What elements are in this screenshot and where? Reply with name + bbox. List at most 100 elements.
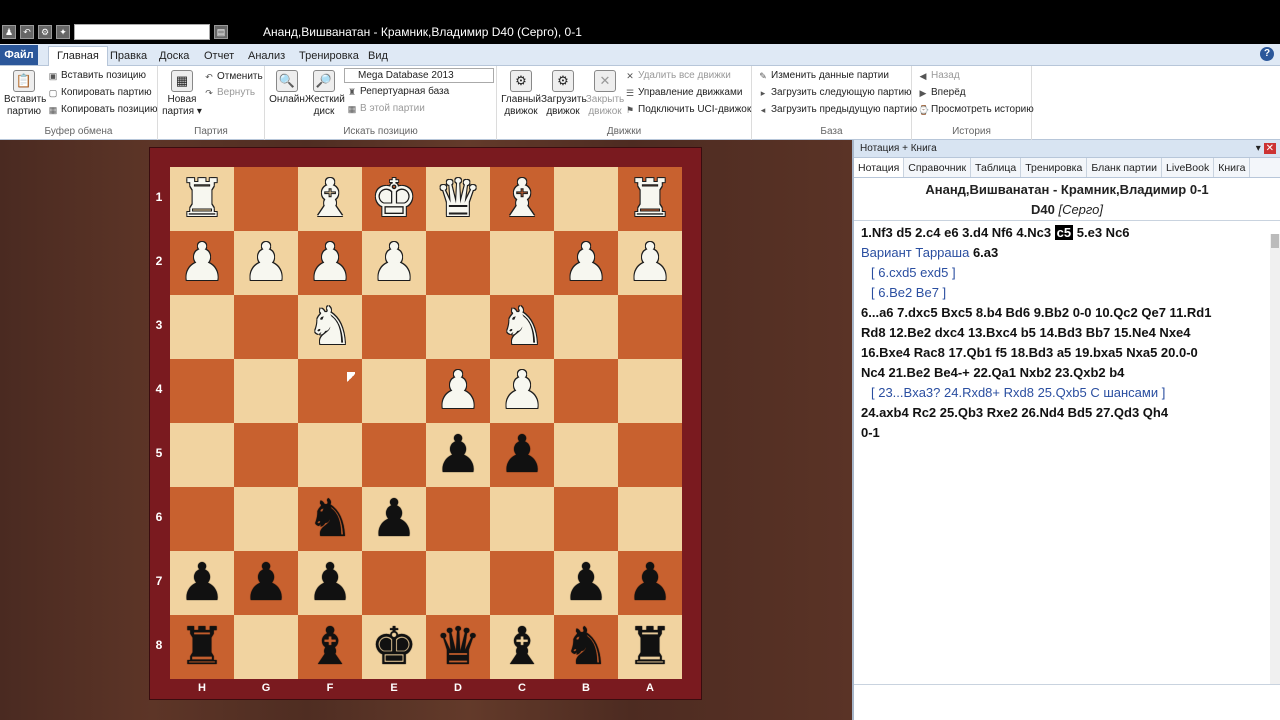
board-square[interactable]: ♟ (298, 231, 362, 295)
tab-livebook[interactable]: LiveBook (1162, 158, 1215, 177)
file-tab[interactable]: Файл (0, 45, 38, 65)
board-square[interactable] (234, 615, 298, 679)
notation-line[interactable]: 6...a6 7.dxc5 Bxc5 8.b4 Bd6 9.Bb2 0-0 10… (861, 303, 1274, 323)
load-next-game-button[interactable]: ▸ Загрузить следующую партию (758, 87, 912, 98)
tab-book[interactable]: Книга (1214, 158, 1251, 177)
board-square[interactable] (234, 423, 298, 487)
board-square[interactable]: ♟ (490, 423, 554, 487)
board-square[interactable]: ♚ (362, 167, 426, 231)
notation-line[interactable]: Rd8 12.Be2 dxc4 13.Bxc4 b5 14.Bd3 Bb7 15… (861, 323, 1274, 343)
board-square[interactable] (170, 423, 234, 487)
back-icon[interactable]: ↶ (20, 25, 34, 39)
tab-edit[interactable]: Правка (102, 47, 155, 65)
board-square[interactable]: ♜ (170, 167, 234, 231)
moves[interactable]: 1.Nf3 d5 2.c4 e6 3.d4 Nf6 4.Nc3 (861, 225, 1051, 240)
white-pawn-icon[interactable]: ♟ (243, 237, 290, 289)
black-bishop-icon[interactable]: ♝ (307, 621, 354, 673)
board-square[interactable] (426, 295, 490, 359)
bulb-icon[interactable]: ✦ (56, 25, 70, 39)
notation-line[interactable]: Nc4 21.Be2 Be4-+ 22.Qa1 Nxb2 23.Qxb2 b4 (861, 363, 1274, 383)
moves[interactable]: 6.a3 (973, 245, 998, 260)
board-square[interactable]: ♟ (554, 551, 618, 615)
board-square[interactable] (170, 359, 234, 423)
copy-position-button[interactable]: ▦ Копировать позицию (48, 104, 158, 115)
notation-text[interactable]: 1.Nf3 d5 2.c4 e6 3.d4 Nf6 4.Nc3 c5 5.e3 … (854, 221, 1280, 443)
subvariation[interactable]: [ 23...Bxa3? 24.Rxd8+ Rxd8 25.Qxb5 С шан… (861, 383, 1274, 403)
board-square[interactable] (362, 551, 426, 615)
tab-view[interactable]: Вид (360, 47, 396, 65)
close-engine-button[interactable]: ✕ Закрыть движок (585, 70, 625, 118)
black-queen-icon[interactable]: ♛ (435, 621, 482, 673)
quick-search-dropdown[interactable] (74, 24, 210, 40)
board-square[interactable]: ♟ (426, 423, 490, 487)
board-square[interactable]: ♝ (490, 615, 554, 679)
repertoire-button[interactable]: ♜ Репертуарная база (347, 86, 449, 97)
board-square[interactable]: ♝ (490, 167, 554, 231)
history-back-button[interactable]: ◀ Назад (918, 70, 960, 81)
in-game-search-button[interactable]: ▦ В этой партии (347, 103, 425, 114)
database-dropdown[interactable]: Mega Database 2013 (344, 68, 494, 83)
board-square[interactable]: ♟ (298, 551, 362, 615)
tab-reference[interactable]: Справочник (904, 158, 972, 177)
board-square[interactable] (554, 167, 618, 231)
board-square[interactable]: ♜ (618, 167, 682, 231)
settings-icon[interactable]: ⚙ (38, 25, 52, 39)
board-square[interactable] (618, 487, 682, 551)
white-rook-icon[interactable]: ♜ (627, 173, 674, 225)
board-square[interactable]: ♝ (298, 615, 362, 679)
board-square[interactable]: ♞ (490, 295, 554, 359)
remove-all-engines-button[interactable]: ✕ Удалить все движки (625, 70, 731, 81)
board-square[interactable]: ♛ (426, 615, 490, 679)
board-square[interactable] (490, 487, 554, 551)
black-rook-icon[interactable]: ♜ (627, 621, 674, 673)
hard-disk-search-button[interactable]: 🔎 Жесткий диск (305, 70, 345, 118)
undo-button[interactable]: ↶ Отменить (204, 71, 262, 82)
copy-game-button[interactable]: ▢ Копировать партию (48, 87, 152, 98)
current-move[interactable]: c5 (1054, 225, 1074, 240)
board-square[interactable] (234, 359, 298, 423)
black-pawn-icon[interactable]: ♟ (179, 557, 226, 609)
redo-button[interactable]: ↷ Вернуть (204, 87, 255, 98)
black-pawn-icon[interactable]: ♟ (243, 557, 290, 609)
tab-analysis[interactable]: Анализ (240, 47, 293, 65)
tab-board[interactable]: Доска (151, 47, 197, 65)
black-pawn-icon[interactable]: ♟ (627, 557, 674, 609)
online-search-button[interactable]: 🔍 Онлайн (269, 70, 305, 106)
history-forward-button[interactable]: ▶ Вперёд (918, 87, 966, 98)
board-square[interactable] (170, 487, 234, 551)
white-bishop-icon[interactable]: ♝ (499, 173, 546, 225)
board-square[interactable]: ♝ (298, 167, 362, 231)
view-history-button[interactable]: ⌚ Просмотреть историю (918, 104, 1034, 115)
board-square[interactable]: ♟ (170, 551, 234, 615)
board-square[interactable]: ♟ (362, 487, 426, 551)
white-pawn-icon[interactable]: ♟ (499, 365, 546, 417)
app-icon[interactable]: ♟ (2, 25, 16, 39)
board-square[interactable] (618, 359, 682, 423)
board-square[interactable]: ♞ (298, 487, 362, 551)
board-square[interactable]: ♟ (362, 231, 426, 295)
white-knight-icon[interactable]: ♞ (499, 301, 546, 353)
board-square[interactable] (490, 551, 554, 615)
white-rook-icon[interactable]: ♜ (179, 173, 226, 225)
board-square[interactable] (170, 295, 234, 359)
black-pawn-icon[interactable]: ♟ (371, 493, 418, 545)
paste-position-button[interactable]: ▣ Вставить позицию (48, 70, 146, 81)
help-icon[interactable]: ? (1260, 47, 1274, 61)
board-square[interactable]: ♟ (426, 359, 490, 423)
board-square[interactable] (234, 167, 298, 231)
subvariation[interactable]: [ 6.Be2 Be7 ] (861, 283, 1274, 303)
manage-engines-button[interactable]: ☰ Управление движками (625, 87, 742, 98)
board-square[interactable] (618, 423, 682, 487)
tab-training[interactable]: Тренировка (291, 47, 367, 65)
board-square[interactable] (362, 423, 426, 487)
moves[interactable]: 5.e3 Nc6 (1077, 225, 1130, 240)
board-square[interactable]: ♟ (618, 231, 682, 295)
white-pawn-icon[interactable]: ♟ (371, 237, 418, 289)
white-pawn-icon[interactable]: ♟ (307, 237, 354, 289)
board-square[interactable]: ♜ (170, 615, 234, 679)
white-pawn-icon[interactable]: ♟ (179, 237, 226, 289)
connect-uci-button[interactable]: ⚑ Подключить UCI-движок (625, 104, 751, 115)
white-king-icon[interactable]: ♚ (371, 173, 418, 225)
tab-panel-training[interactable]: Тренировка (1021, 158, 1088, 177)
black-pawn-icon[interactable]: ♟ (499, 429, 546, 481)
